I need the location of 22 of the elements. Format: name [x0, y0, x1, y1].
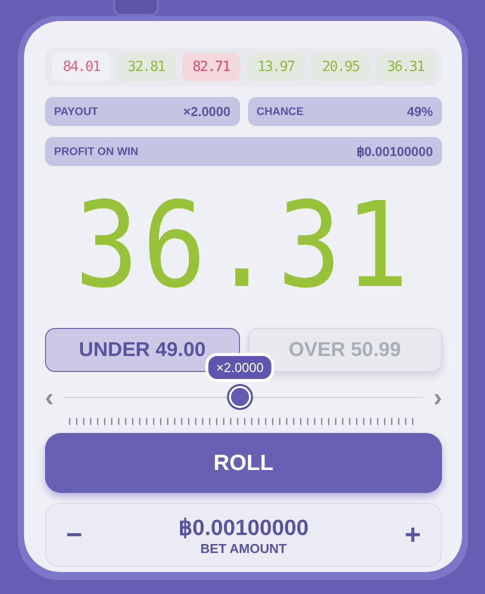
bet-amount-label: BET AMOUNT	[200, 540, 287, 556]
next-button[interactable]: ›	[433, 384, 442, 410]
history-result: 20.95	[311, 53, 370, 81]
previous-button[interactable]: ‹	[45, 384, 54, 410]
history-result: 32.81	[116, 53, 176, 81]
profit-value: ฿0.00100000	[356, 144, 433, 159]
payout-tooltip: ×2.0000	[205, 353, 275, 382]
stat-label: PAYOUT	[54, 106, 98, 118]
stat-label: CHANCE	[256, 106, 304, 118]
stat-value: 49%	[406, 104, 433, 119]
decrease-button[interactable]: −	[66, 519, 82, 551]
profit-label: PROFIT ON WIN	[54, 146, 138, 158]
bet-amount-value: ฿0.00100000	[178, 514, 309, 540]
stat-value: ×2.0000	[183, 104, 230, 119]
history-result: 36.31	[376, 53, 435, 81]
history-result: 13.97	[246, 53, 306, 81]
increase-button[interactable]: +	[404, 519, 421, 551]
roll-button[interactable]: ROLL	[45, 433, 442, 493]
history-result: 84.01	[52, 53, 111, 81]
slider-thumb[interactable]	[228, 386, 251, 408]
result-number: 36.31	[74, 176, 412, 314]
history-result: 82.71	[182, 53, 240, 81]
